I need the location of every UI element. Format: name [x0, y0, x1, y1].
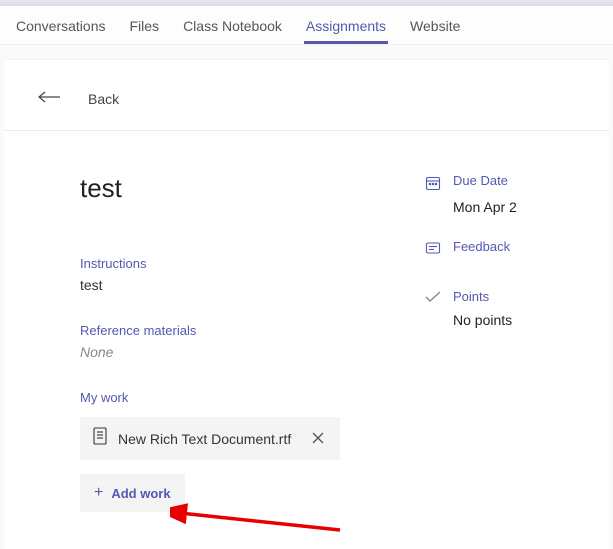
due-date-section: Due Date: [425, 173, 575, 191]
add-work-button[interactable]: + Add work: [80, 474, 185, 512]
feedback-icon: [425, 239, 443, 257]
feedback-label: Feedback: [453, 239, 510, 254]
work-item-name: New Rich Text Document.rtf: [118, 431, 298, 447]
reference-materials-value: None: [80, 344, 385, 360]
points-label: Points: [453, 289, 489, 304]
tab-files[interactable]: Files: [128, 14, 162, 44]
assignment-title: test: [80, 173, 385, 204]
tab-conversations[interactable]: Conversations: [14, 14, 108, 44]
reference-materials-label: Reference materials: [80, 323, 385, 338]
assignment-page: Back test Instructions test Reference ma…: [4, 59, 609, 549]
back-arrow-icon: [38, 90, 62, 108]
points-value: No points: [453, 312, 575, 328]
points-section: Points: [425, 289, 575, 304]
tab-website[interactable]: Website: [408, 14, 462, 44]
due-date-label: Due Date: [453, 173, 508, 188]
close-icon: [312, 432, 324, 444]
back-button[interactable]: Back: [4, 60, 609, 131]
work-item[interactable]: New Rich Text Document.rtf: [80, 417, 340, 460]
my-work-list: New Rich Text Document.rtf: [80, 417, 385, 460]
calendar-icon: [425, 173, 443, 191]
plus-icon: +: [94, 484, 103, 502]
add-work-label: Add work: [111, 486, 170, 501]
checkmark-icon: [425, 289, 443, 303]
document-icon: [92, 427, 108, 450]
back-label: Back: [88, 91, 119, 107]
tab-class-notebook[interactable]: Class Notebook: [181, 14, 284, 44]
feedback-section[interactable]: Feedback: [425, 239, 575, 257]
my-work-label: My work: [80, 390, 385, 405]
instructions-value: test: [80, 277, 385, 293]
due-date-value: Mon Apr 2: [453, 199, 575, 215]
remove-work-item-button[interactable]: [308, 429, 328, 449]
instructions-label: Instructions: [80, 256, 385, 271]
tab-assignments[interactable]: Assignments: [304, 14, 388, 44]
tab-bar: Conversations Files Class Notebook Assig…: [0, 6, 613, 45]
